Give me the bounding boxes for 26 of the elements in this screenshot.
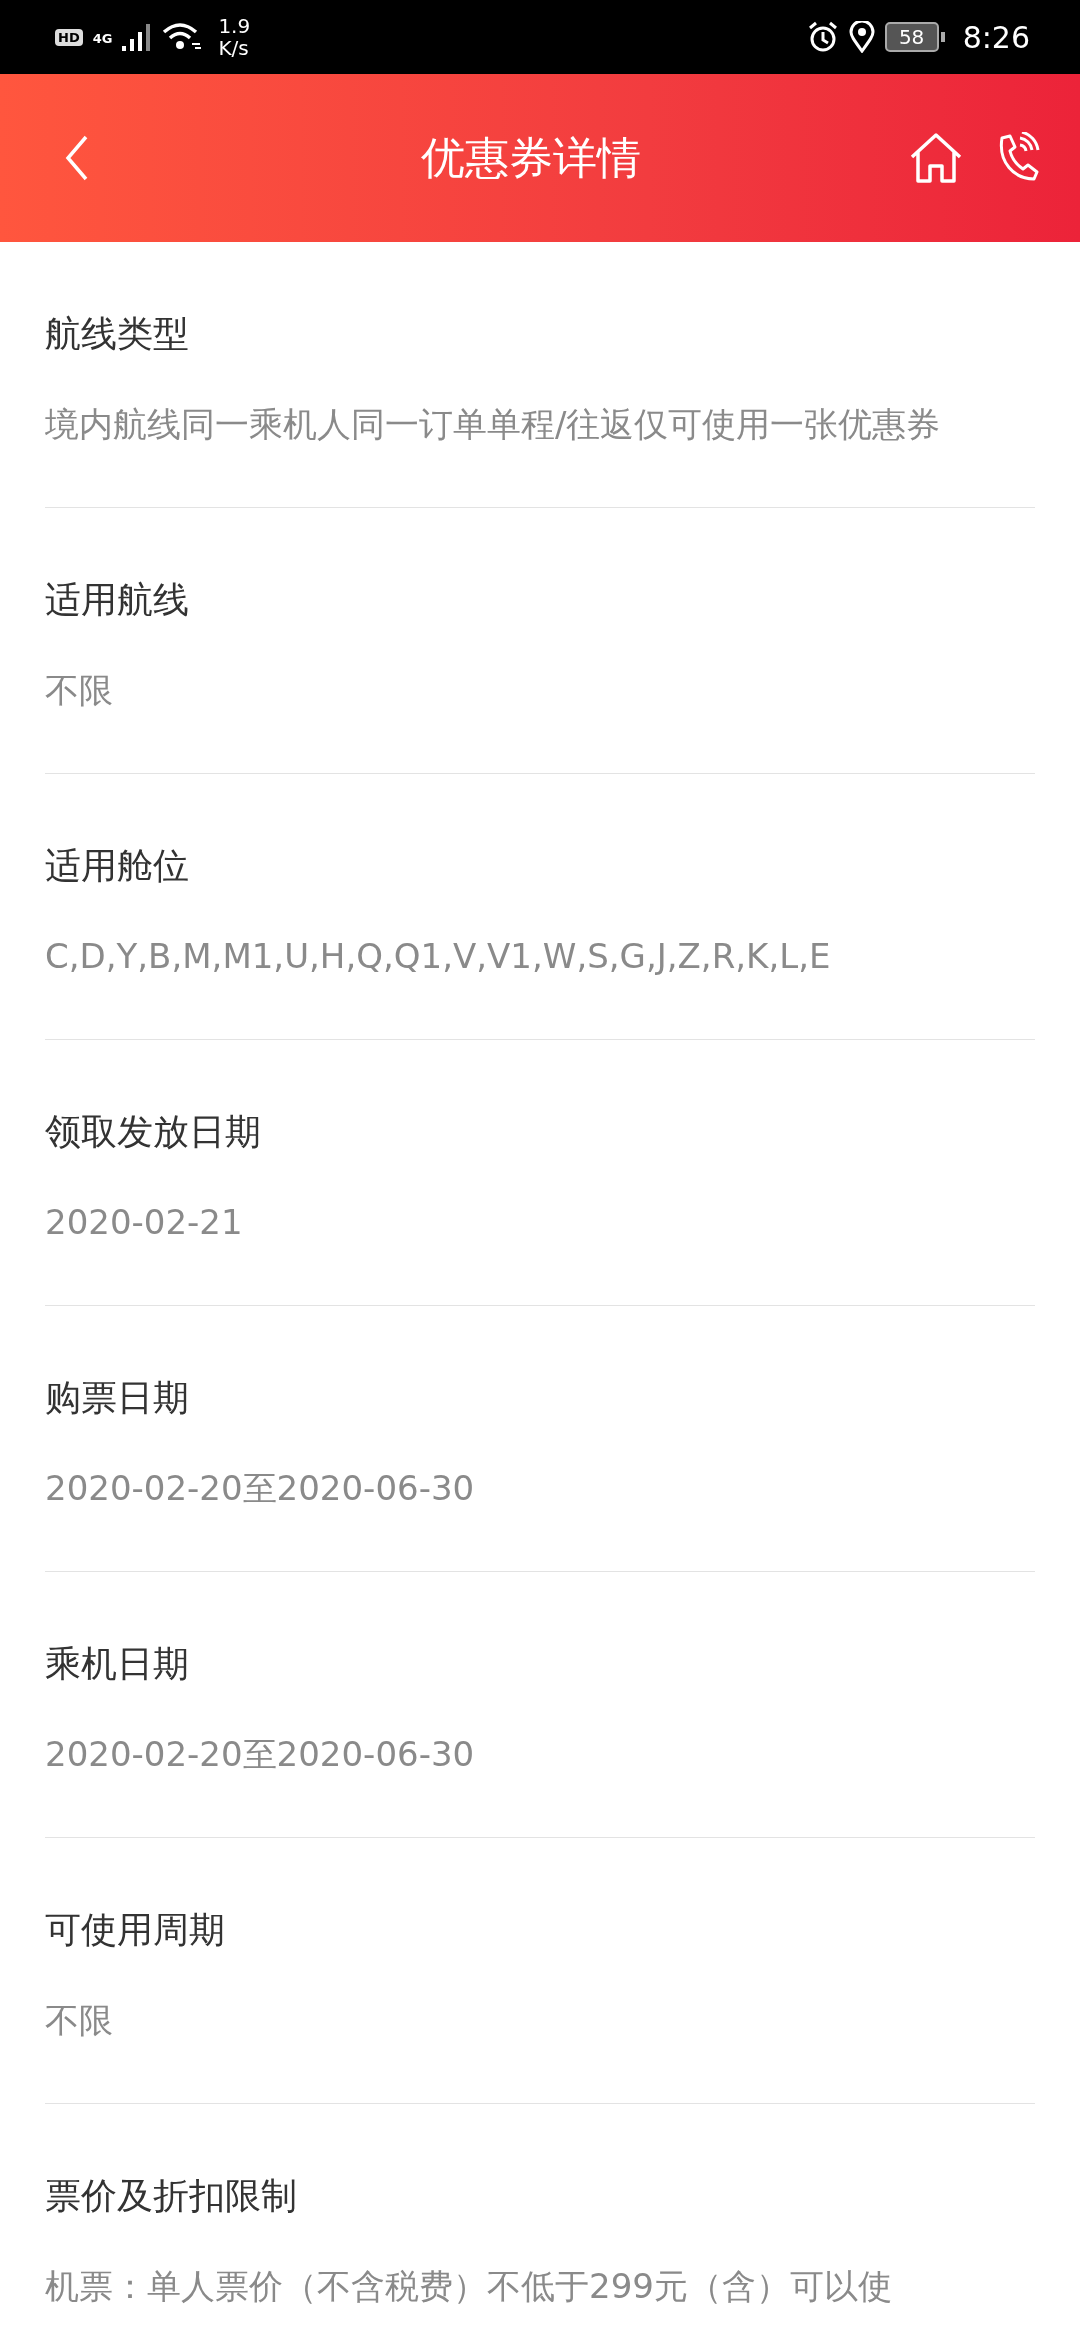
section-label: 可使用周期 bbox=[45, 1908, 226, 1952]
section-value: C,D,Y,B,M,M1,U,H,Q,Q1,V,V1,W,S,G,J,Z,R,K,L,E bbox=[45, 935, 832, 978]
home-button[interactable] bbox=[908, 132, 964, 184]
section-label: 票价及折扣限制 bbox=[45, 2174, 298, 2218]
hd-icon: HD bbox=[55, 28, 83, 46]
page-title: 优惠券详情 bbox=[420, 130, 642, 185]
network-type: 4G bbox=[92, 31, 113, 46]
section-value: 2020-02-20至2020-06-30 bbox=[45, 1467, 476, 1510]
section-label: 适用舱位 bbox=[45, 844, 190, 888]
alarm-icon bbox=[806, 21, 839, 53]
section-label: 乘机日期 bbox=[45, 1642, 190, 1686]
section-label: 适用航线 bbox=[45, 578, 190, 622]
section-label: 领取发放日期 bbox=[45, 1110, 262, 1154]
section-value: 2020-02-20至2020-06-30 bbox=[45, 1733, 476, 1776]
network-speed: 1.9 K/s bbox=[218, 15, 251, 59]
signal-icon bbox=[122, 22, 153, 52]
section-label: 购票日期 bbox=[45, 1376, 190, 1420]
wifi-icon bbox=[162, 22, 203, 52]
clock-time: 8:26 bbox=[962, 19, 1030, 55]
location-icon bbox=[848, 21, 875, 53]
section-value: 2020-02-21 bbox=[45, 1201, 244, 1244]
section-label: 航线类型 bbox=[45, 312, 190, 356]
section-value: 境内航线同一乘机人同一订单单程/往返仅可使用一张优惠券 bbox=[45, 403, 942, 446]
section-value: 机票：单人票价（不含税费）不低于299元（含）可以使 bbox=[45, 2265, 893, 2308]
section-value: 不限 bbox=[45, 669, 114, 712]
section-value: 不限 bbox=[45, 1999, 114, 2042]
